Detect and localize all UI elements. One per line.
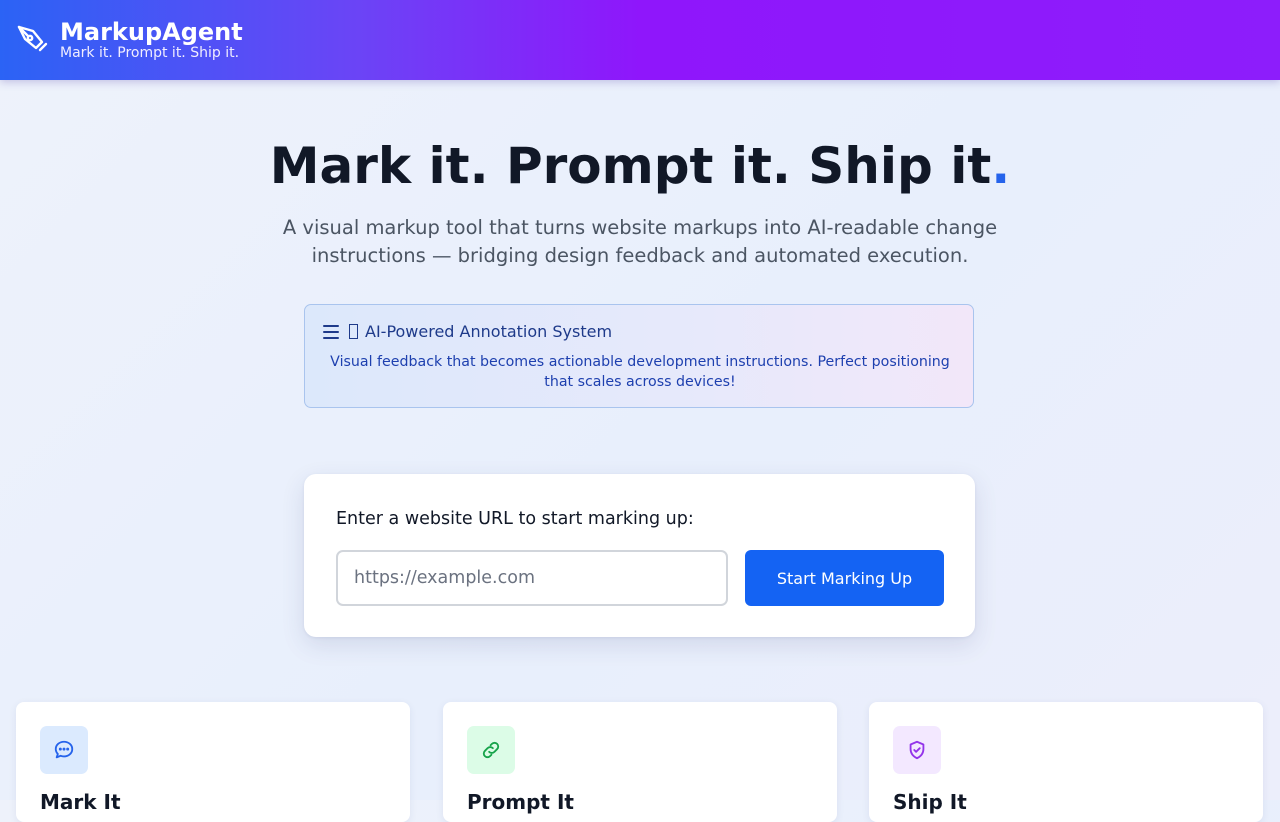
url-entry-card: Enter a website URL to start marking up:… (304, 474, 975, 637)
url-label: Enter a website URL to start marking up: (336, 509, 694, 529)
start-marking-up-button[interactable]: Start Marking Up (745, 550, 944, 606)
step-card-prompt-it: Prompt It (443, 702, 837, 822)
feature-callout: AI-Powered Annotation System Visual feed… (304, 304, 974, 408)
step-icon-container (40, 726, 88, 774)
brand-tagline: Mark it. Prompt it. Ship it. (60, 45, 240, 61)
step-title: Ship It (893, 790, 967, 814)
feature-callout-header: AI-Powered Annotation System (323, 322, 612, 342)
hero-title-dot: . (991, 137, 1011, 195)
pen-nib-icon (17, 25, 48, 52)
brand-text: MarkupAgent Mark it. Prompt it. Ship it. (60, 18, 243, 61)
hero-title-text: Mark it. Prompt it. Ship it (269, 137, 992, 195)
brand-name: MarkupAgent (60, 18, 243, 46)
step-card-mark-it: Mark It (16, 702, 410, 822)
feature-callout-title-text: AI-Powered Annotation System (365, 322, 613, 341)
shield-check-icon (909, 740, 925, 760)
menu-icon (323, 325, 339, 339)
brand[interactable]: MarkupAgent Mark it. Prompt it. Ship it. (16, 18, 243, 61)
link-icon (482, 741, 500, 759)
hero-subtitle: A visual markup tool that turns website … (282, 216, 998, 267)
step-icon-container (893, 726, 941, 774)
step-title: Prompt It (467, 790, 574, 814)
hero-title: Mark it. Prompt it. Ship it. (0, 136, 1280, 196)
feature-callout-title: AI-Powered Annotation System (349, 322, 612, 342)
feature-callout-description: Visual feedback that becomes actionable … (330, 354, 950, 390)
missing-glyph-icon (349, 324, 358, 339)
top-header: MarkupAgent Mark it. Prompt it. Ship it. (0, 0, 1280, 80)
url-input[interactable] (336, 550, 728, 606)
step-icon-container (467, 726, 515, 774)
step-title: Mark It (40, 790, 121, 814)
step-card-ship-it: Ship It (869, 702, 1263, 822)
chat-bubble-icon (54, 740, 74, 759)
